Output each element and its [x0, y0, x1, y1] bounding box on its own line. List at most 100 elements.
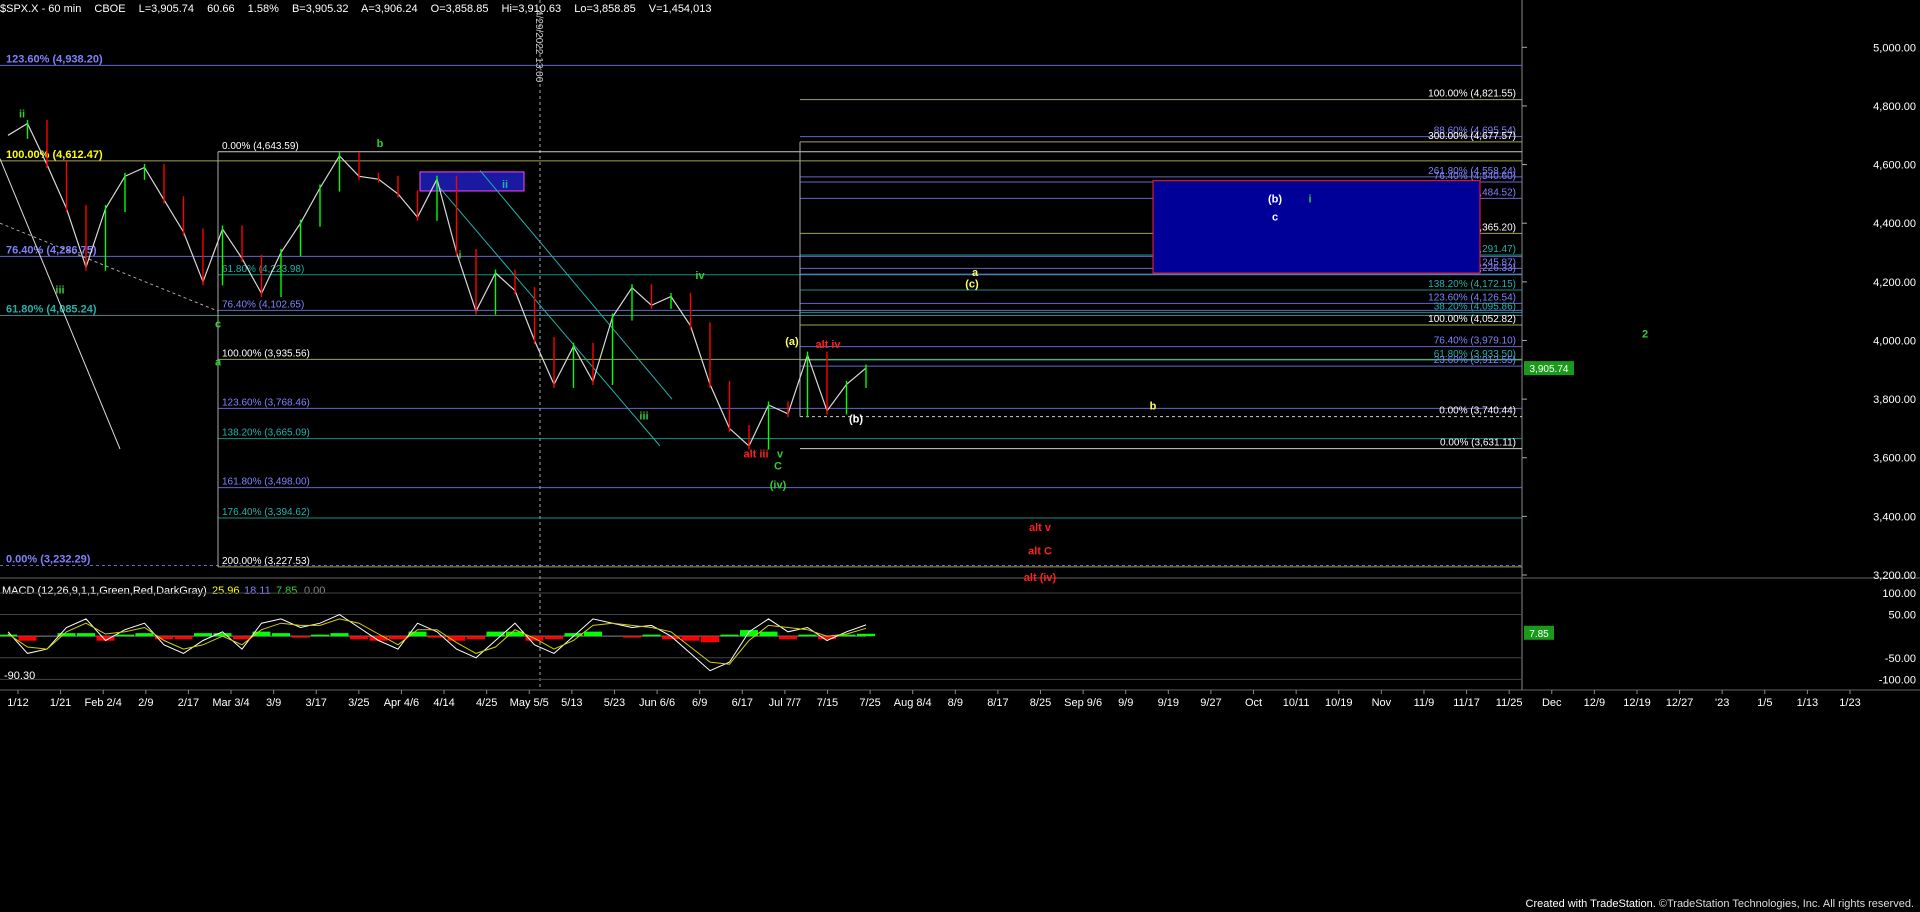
wave-label: (a) — [785, 336, 799, 348]
date-tick-label: 1/23 — [1839, 697, 1860, 709]
wave-label: a — [215, 356, 222, 368]
price-tick-label: 4,600.00 — [1873, 160, 1916, 172]
fib-level-label: 0.00% (3,232.29) — [6, 554, 91, 566]
price-tick-label: 4,200.00 — [1873, 277, 1916, 289]
date-tick-label: 1/21 — [50, 697, 71, 709]
macd-histogram-bar — [681, 636, 700, 641]
footer: Created with TradeStation. ©TradeStation… — [1526, 898, 1914, 910]
date-tick-label: Dec — [1542, 697, 1562, 709]
date-tick-label: Oct — [1245, 697, 1262, 709]
date-tick-label: Apr 4/6 — [384, 697, 419, 709]
macd-histogram-bar — [779, 636, 797, 640]
wave-label: c — [1272, 211, 1278, 223]
date-tick-label: 3/17 — [306, 697, 327, 709]
fib-level-label: 0.00% (4,643.59) — [222, 141, 299, 152]
date-tick-label: 5/13 — [561, 697, 582, 709]
wave-label: v — [777, 449, 784, 461]
wave-label: (c) — [965, 279, 979, 291]
wave-label: b — [377, 138, 384, 150]
date-tick-label: 8/17 — [987, 697, 1008, 709]
price-axis: 5,000.00 4,800.00 4,600.00 4,400.00 4,200.00… — [1522, 42, 1916, 582]
copyright-label: ©TradeStation Technologies, Inc. All rig… — [1658, 898, 1914, 910]
date-tick-label: 8/25 — [1030, 697, 1051, 709]
fib-level-label: 100.00% (4,821.55) — [1428, 89, 1516, 100]
macd-histogram-bar — [798, 634, 817, 637]
date-tick-label: 12/9 — [1584, 697, 1605, 709]
date-tick-label: Sep 9/6 — [1064, 697, 1102, 709]
macd-histogram-bar — [233, 636, 251, 640]
macd-histogram-bar — [759, 631, 778, 637]
price-tick-label: 5,000.00 — [1873, 42, 1916, 54]
date-tick-label: 9/9 — [1118, 697, 1133, 709]
date-tick-label: Jul 7/7 — [769, 697, 801, 709]
wave-label: alt iv — [815, 339, 841, 351]
fib-level-label: 23.60% (3,912.55) — [1434, 355, 1516, 366]
price-chart[interactable]: 4/29/2022 13:00 123.60% (4,938.20) 100.00… — [0, 0, 1920, 912]
macd-histogram-bar — [311, 634, 329, 637]
time-marker-label: 4/29/2022 13:00 — [533, 10, 544, 83]
wave-label: a — [972, 267, 979, 279]
wave-label: ii — [19, 109, 25, 121]
wave-label: 2 — [1642, 329, 1648, 341]
date-tick-label: 6/17 — [732, 697, 753, 709]
macd-line — [7, 614, 867, 672]
last-price-badge-label: 3,905.74 — [1530, 364, 1569, 375]
fib-level-label: 100.00% (4,612.47) — [6, 149, 103, 161]
wave-label: c — [215, 318, 221, 330]
fib-level-label: 300.00% (4,677.57) — [1428, 131, 1516, 142]
macd-histogram-bar — [272, 633, 290, 637]
date-tick-label: 12/27 — [1666, 697, 1694, 709]
macd-readout: 0.00 — [304, 585, 325, 597]
fib-level-label: 100.00% (4,052.82) — [1428, 314, 1516, 325]
macd-histogram-bar — [642, 634, 661, 637]
wave-label: i — [1308, 194, 1311, 206]
macd-legend-label: MACD (12,26,9,1,1,Green,Red,DarkGray) — [2, 585, 207, 597]
date-tick-label: 7/25 — [859, 697, 880, 709]
fib-level-label: 0.00% (3,740.44) — [1439, 406, 1516, 417]
date-tick-label: 11/25 — [1496, 697, 1523, 709]
date-tick-label: 4/25 — [476, 697, 497, 709]
date-tick-label: 11/17 — [1453, 697, 1480, 709]
price-tick-label: 3,600.00 — [1873, 453, 1916, 465]
price-tick-label: 4,000.00 — [1873, 335, 1916, 347]
date-tick-label: 4/14 — [433, 697, 454, 709]
macd-readout: 7.85 — [276, 585, 297, 597]
date-tick-label: 3/9 — [266, 697, 281, 709]
macd-tick-label: 100.00 — [1882, 588, 1916, 600]
date-tick-label: '23 — [1715, 697, 1729, 709]
date-tick-label: 7/15 — [817, 697, 838, 709]
wave-label: iii — [639, 411, 648, 423]
channel-line-lower — [439, 187, 661, 447]
wave-label: b — [1150, 400, 1157, 412]
price-tick-label: 3,200.00 — [1873, 570, 1916, 582]
macd-min-label: -90.30 — [4, 670, 35, 682]
price-tick-label: 3,800.00 — [1873, 394, 1916, 406]
date-tick-label: May 5/5 — [510, 697, 549, 709]
date-tick-label: Jun 6/6 — [639, 697, 675, 709]
fib-level-label: 176.40% (3,394.62) — [222, 507, 310, 518]
macd-histogram-bar — [467, 636, 485, 640]
wave-label: alt iii — [743, 449, 768, 461]
date-tick-label: Feb 2/4 — [85, 697, 122, 709]
fib-level-label: 76.40% (4,102.65) — [222, 299, 304, 310]
date-tick-label: Aug 8/4 — [894, 697, 932, 709]
date-tick-label: 1/5 — [1757, 697, 1772, 709]
macd-readout: 25.96 — [212, 585, 240, 597]
date-tick-label: 5/23 — [604, 697, 625, 709]
macd-histogram-bar — [701, 636, 719, 643]
fib-level-label: 61.80% (4,223.98) — [222, 264, 304, 275]
date-tick-label: 2/17 — [178, 697, 199, 709]
price-tick-label: 4,800.00 — [1873, 101, 1916, 113]
fib-level-label: 76.40% (3,979.10) — [1434, 336, 1516, 347]
wave-label: (iv) — [770, 480, 787, 492]
target-zone-box — [1152, 180, 1481, 274]
wave-label: (b) — [849, 414, 863, 426]
date-tick-label: 12/19 — [1623, 697, 1651, 709]
wave-label: alt v — [1029, 522, 1052, 534]
date-tick-label: 10/11 — [1283, 697, 1310, 709]
fib-level-label: 123.60% (3,768.46) — [222, 397, 310, 408]
price-tick-label: 4,400.00 — [1873, 218, 1916, 230]
macd-panel: MACD (12,26,9,1,1,Green,Red,DarkGray) 25.… — [0, 585, 1916, 686]
date-tick-label: 3/25 — [348, 697, 369, 709]
wave-label: alt (iv) — [1024, 572, 1057, 584]
